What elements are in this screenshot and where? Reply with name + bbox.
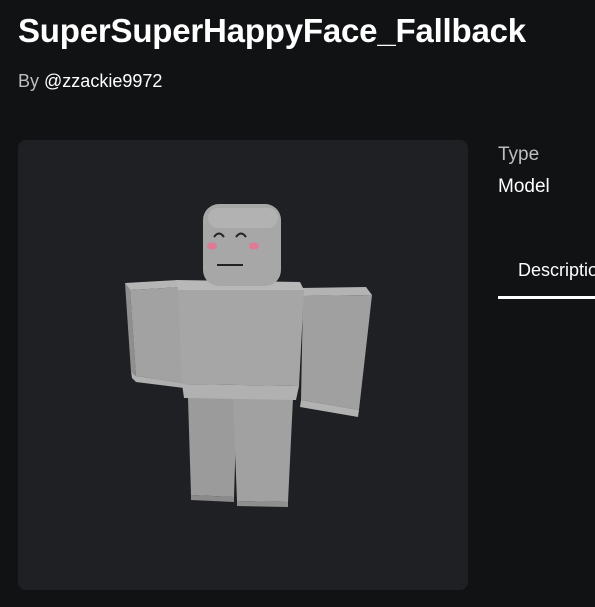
by-prefix: By: [18, 71, 40, 91]
right-leg: [233, 398, 293, 507]
creator-byline: By @zzackie9972: [18, 71, 162, 92]
type-value: Model: [498, 176, 550, 197]
tab-description-label: Description: [518, 260, 595, 280]
head: [203, 204, 281, 286]
left-leg: [188, 398, 237, 502]
tab-active-indicator: [498, 296, 595, 299]
creator-link[interactable]: @zzackie9972: [44, 71, 162, 91]
left-blush: [207, 242, 217, 250]
tab-description[interactable]: Description: [498, 244, 595, 300]
asset-page: SuperSuperHappyFace_Fallback By @zzackie…: [0, 0, 595, 607]
right-blush: [249, 242, 259, 250]
asset-3d-viewer[interactable]: [18, 140, 468, 590]
torso: [176, 280, 304, 400]
page-title: SuperSuperHappyFace_Fallback: [18, 12, 526, 49]
type-label: Type: [498, 144, 540, 165]
avatar-model-image: [125, 204, 372, 507]
right-arm: [300, 287, 372, 417]
left-arm: [125, 280, 184, 388]
